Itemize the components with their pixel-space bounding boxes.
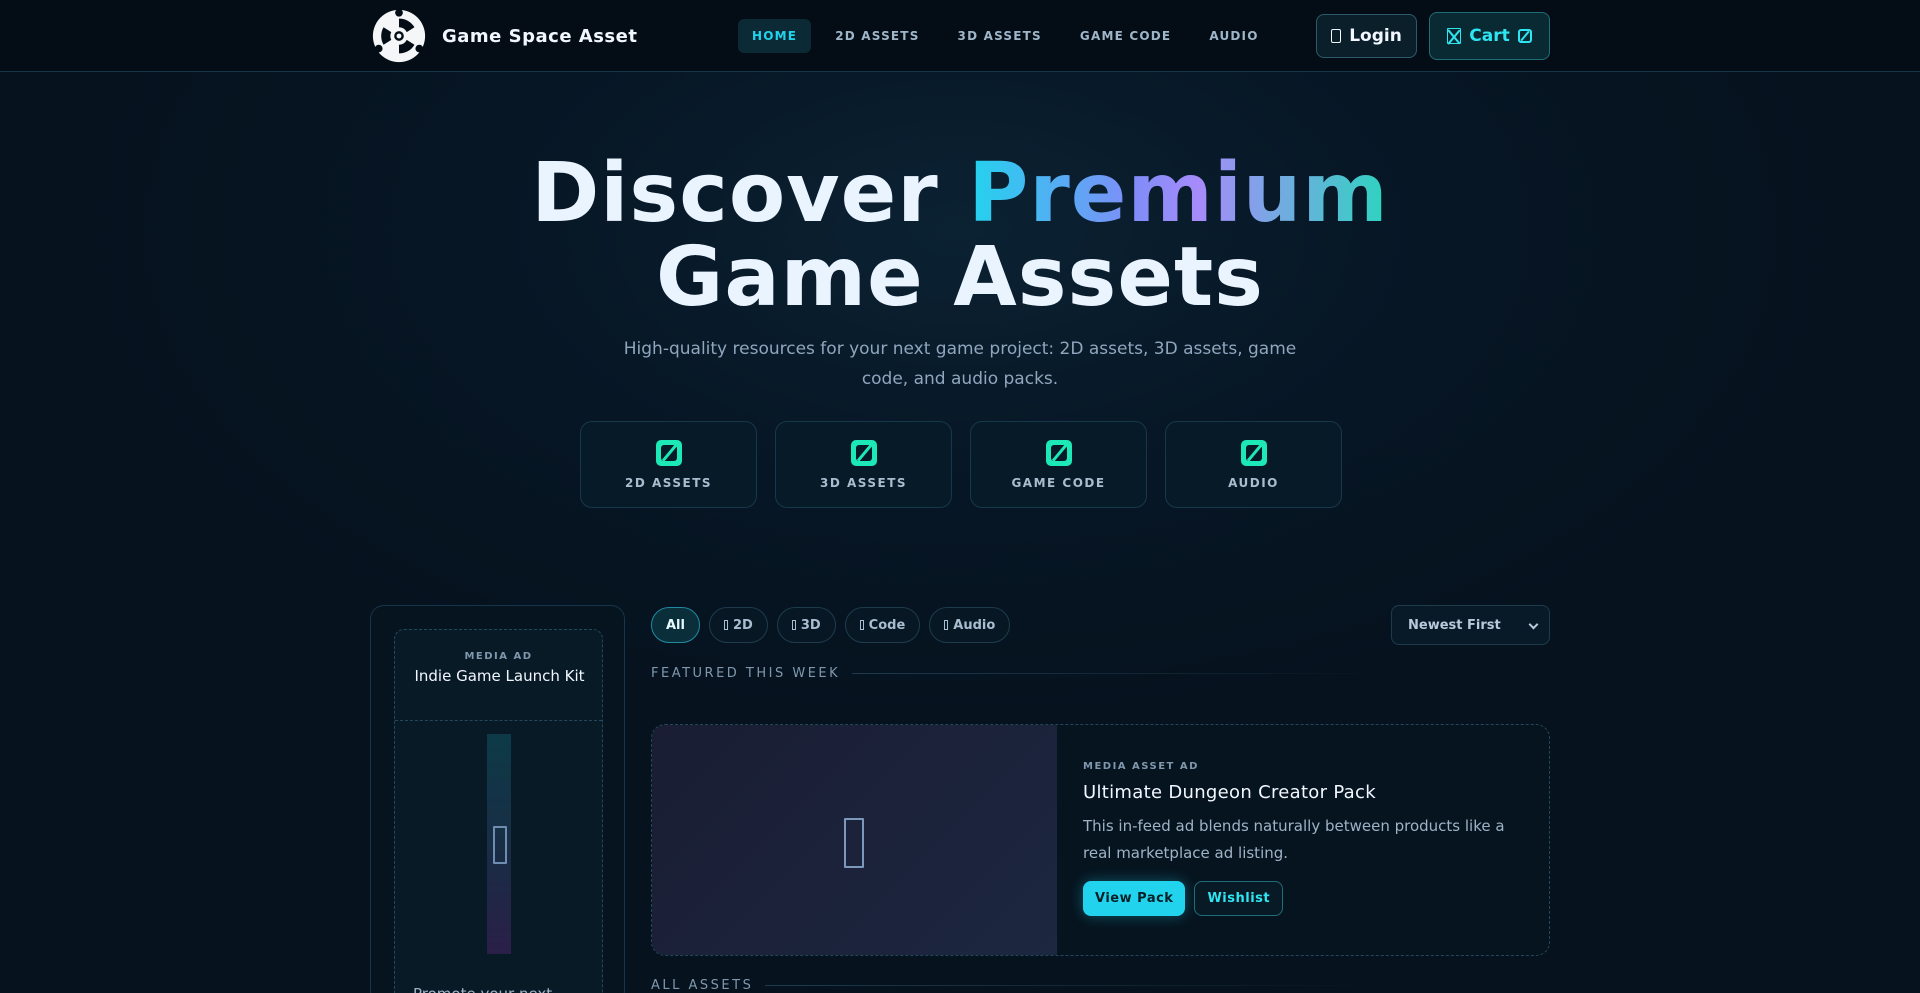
filter-chips: All 2D 3D Code Audio <box>651 607 1011 643</box>
category-icon <box>655 439 682 466</box>
category-label: 3D ASSETS <box>819 475 908 490</box>
featured-ad-card[interactable]: MEDIA ASSET AD Ultimate Dungeon Creator … <box>651 724 1550 956</box>
user-icon <box>1331 29 1342 43</box>
sort-selected-value: Newest First <box>1408 617 1501 633</box>
biohazard-logo-icon <box>372 8 426 63</box>
nav-game-code[interactable]: GAME CODE <box>1066 19 1185 53</box>
category-card-game-code[interactable]: GAME CODE <box>970 421 1147 508</box>
login-label: Login <box>1349 26 1402 46</box>
nav-audio[interactable]: AUDIO <box>1195 19 1272 53</box>
filter-icon <box>723 620 728 630</box>
sidebar-media-ad[interactable]: MEDIA AD Indie Game Launch Kit Promote y… <box>394 629 603 993</box>
filter-icon <box>791 620 796 630</box>
top-navbar: Game Space Asset HOME 2D ASSETS 3D ASSET… <box>0 0 1920 72</box>
view-pack-button[interactable]: View Pack <box>1083 881 1186 916</box>
sort-select[interactable]: Newest First <box>1391 605 1550 645</box>
filter-2d[interactable]: 2D <box>708 607 768 643</box>
image-placeholder-icon <box>844 818 864 868</box>
login-button[interactable]: Login <box>1316 14 1417 58</box>
divider <box>852 673 1393 674</box>
divider <box>765 985 1386 986</box>
cart-label: Cart <box>1469 26 1510 46</box>
hero-title: Discover Premium Game Assets <box>0 152 1920 320</box>
category-label: GAME CODE <box>1011 475 1106 490</box>
featured-ad-media <box>652 725 1057 955</box>
ad-description: This in-feed ad blends naturally between… <box>1083 817 1505 862</box>
ad-actions: View Pack Wishlist <box>1083 881 1523 916</box>
ad-title: Ultimate Dungeon Creator Pack <box>1083 782 1376 803</box>
brand[interactable]: Game Space Asset <box>370 8 637 64</box>
filter-code[interactable]: Code <box>844 607 921 643</box>
category-label: 2D ASSETS <box>624 475 713 490</box>
section-title-all-assets: ALL ASSETS <box>651 978 1386 993</box>
category-card-2d[interactable]: 2D ASSETS <box>580 421 757 508</box>
category-cards: 2D ASSETS 3D ASSETS GAME CODE AUDIO <box>580 421 1342 508</box>
nav-3d-assets[interactable]: 3D ASSETS <box>944 19 1056 53</box>
main-nav: HOME 2D ASSETS 3D ASSETS GAME CODE AUDIO <box>738 19 1273 53</box>
filter-label: 2D <box>732 617 753 633</box>
cart-count-icon <box>1517 29 1532 43</box>
filter-all[interactable]: All <box>651 607 700 643</box>
hero-subtitle: High-quality resources for your next gam… <box>623 339 1297 389</box>
category-icon <box>1240 439 1267 466</box>
filter-3d[interactable]: 3D <box>776 607 836 643</box>
filter-label: 3D <box>800 617 821 633</box>
nav-home[interactable]: HOME <box>738 19 812 53</box>
filter-label: Audio <box>953 617 996 633</box>
cart-button[interactable]: Cart <box>1429 12 1550 60</box>
filter-icon <box>859 620 864 630</box>
section-title-text: FEATURED THIS WEEK <box>651 666 841 681</box>
sidebar: MEDIA AD Indie Game Launch Kit Promote y… <box>370 605 625 993</box>
section-title-featured: FEATURED THIS WEEK <box>651 666 1393 681</box>
filter-icon <box>944 620 949 630</box>
ad-tag: MEDIA ASSET AD <box>1083 761 1199 772</box>
category-icon <box>850 439 877 466</box>
featured-ad-body: MEDIA ASSET AD Ultimate Dungeon Creator … <box>1083 761 1523 916</box>
hero-title-part1: Discover <box>531 146 969 241</box>
hero-title-line2: Game Assets <box>656 230 1264 325</box>
filter-label: Code <box>868 617 906 633</box>
divider <box>395 720 602 721</box>
category-icon <box>1045 439 1072 466</box>
ad-title: Indie Game Launch Kit <box>414 667 585 685</box>
filter-label: All <box>666 617 685 633</box>
filter-audio[interactable]: Audio <box>929 607 1011 643</box>
category-card-audio[interactable]: AUDIO <box>1165 421 1342 508</box>
brand-name: Game Space Asset <box>442 25 638 47</box>
wishlist-button[interactable]: Wishlist <box>1194 881 1284 916</box>
ad-text: Promote your next <box>413 985 552 993</box>
cart-icon <box>1447 28 1462 44</box>
nav-2d-assets[interactable]: 2D ASSETS <box>821 19 933 53</box>
image-placeholder-icon <box>493 826 507 864</box>
chevron-down-icon <box>1528 619 1539 630</box>
category-card-3d[interactable]: 3D ASSETS <box>775 421 952 508</box>
category-label: AUDIO <box>1228 475 1279 490</box>
hero-title-highlight: Premium <box>968 146 1389 241</box>
ad-tag: MEDIA AD <box>464 651 533 662</box>
section-title-text: ALL ASSETS <box>651 978 754 993</box>
